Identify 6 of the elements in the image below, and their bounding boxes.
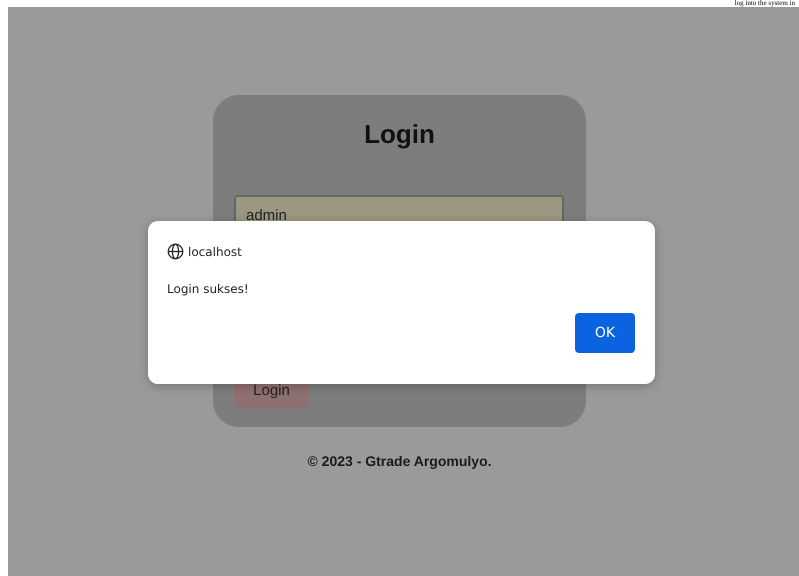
dialog-origin: localhost <box>188 244 242 258</box>
footer-text: © 2023 - Gtrade Argomulyo. <box>307 453 492 469</box>
ok-button[interactable]: OK <box>575 313 635 353</box>
dialog-message: Login sukses! <box>167 282 250 296</box>
globe-icon <box>167 243 184 260</box>
login-title: Login <box>364 119 435 149</box>
